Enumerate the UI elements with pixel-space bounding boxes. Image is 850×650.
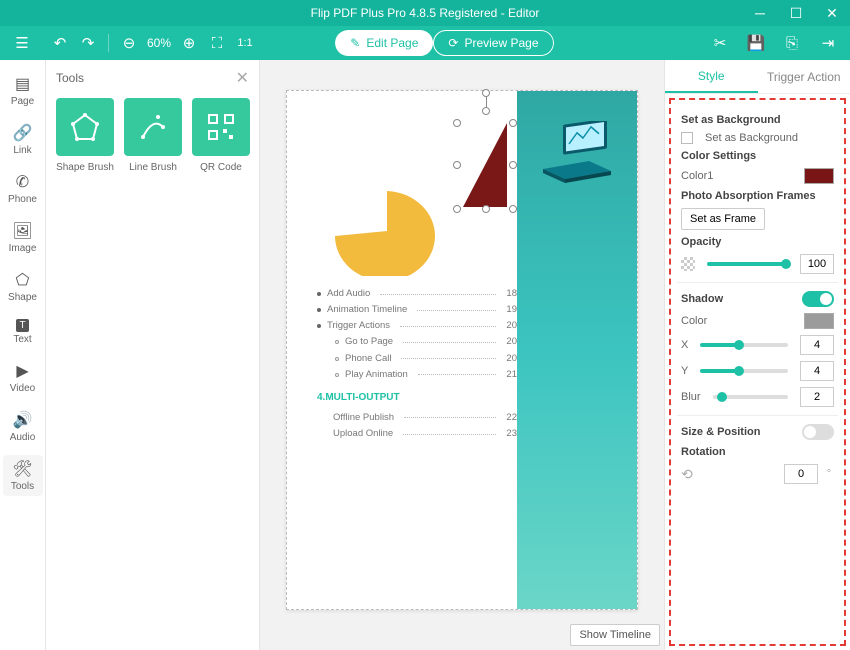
nav-image[interactable]: 🖼Image: [3, 217, 43, 258]
set-background-checkbox[interactable]: [681, 132, 693, 144]
section-absorption: Photo Absorption Frames: [681, 190, 834, 202]
rotation-icon: ⟲: [681, 466, 693, 483]
nav-text[interactable]: TText: [3, 315, 43, 349]
save-icon[interactable]: 💾: [742, 29, 770, 57]
page-icon: ▤: [15, 74, 30, 94]
edit-page-label: Edit Page: [366, 36, 418, 50]
nav-video[interactable]: ▶Video: [3, 357, 43, 398]
save-exit-icon[interactable]: ⎘: [778, 29, 806, 57]
rotation-input[interactable]: [784, 464, 818, 484]
page-canvas[interactable]: Add Audio18Animation Timeline19Trigger A…: [286, 90, 638, 610]
table-of-contents: Add Audio18Animation Timeline19Trigger A…: [317, 286, 517, 442]
title-bar: Flip PDF Plus Pro 4.8.5 Registered - Edi…: [0, 0, 850, 26]
preview-page-label: Preview Page: [464, 36, 538, 50]
shape-icon: ⬠: [16, 270, 30, 290]
tools-panel: Tools ✕ Shape Brush Line Brush QR Code: [46, 60, 260, 650]
actual-size-icon[interactable]: 1:1: [231, 29, 259, 57]
section-color-settings: Color Settings: [681, 150, 834, 162]
tools-panel-title: Tools: [56, 71, 84, 85]
shadow-x-input[interactable]: [800, 335, 834, 355]
preview-page-button[interactable]: ⟳ Preview Page: [433, 30, 553, 56]
section-set-background: Set as Background: [681, 114, 834, 126]
properties-panel: Style Trigger Action Set as Background S…: [664, 60, 850, 650]
show-timeline-button[interactable]: Show Timeline: [570, 624, 660, 646]
nav-tools[interactable]: 🛠Tools: [3, 455, 43, 496]
left-nav: ▤Page 🔗Link ✆Phone 🖼Image ⬠Shape TText ▶…: [0, 60, 46, 650]
shadow-blur-slider[interactable]: [713, 395, 788, 399]
shadow-x-label: X: [681, 339, 688, 351]
menu-icon[interactable]: ☰: [8, 29, 36, 57]
color1-swatch[interactable]: [804, 168, 834, 184]
zoom-level: 60%: [147, 36, 171, 50]
close-panel-icon[interactable]: ✕: [236, 68, 249, 88]
nav-page[interactable]: ▤Page: [3, 70, 43, 111]
opacity-checker-icon: [681, 257, 695, 271]
mode-switch: ✎ Edit Page ⟳ Preview Page: [335, 30, 553, 56]
preview-icon: ⟳: [448, 36, 458, 50]
shadow-y-input[interactable]: [800, 361, 834, 381]
size-position-toggle[interactable]: [802, 424, 834, 440]
shadow-y-slider[interactable]: [700, 369, 788, 373]
nav-shape[interactable]: ⬠Shape: [3, 266, 43, 307]
section-size-position: Size & Position: [681, 426, 760, 438]
window-title: Flip PDF Plus Pro 4.8.5 Registered - Edi…: [311, 6, 540, 20]
phone-icon: ✆: [16, 172, 29, 192]
tab-style[interactable]: Style: [665, 60, 758, 93]
nav-phone[interactable]: ✆Phone: [3, 168, 43, 209]
tool-qr-code[interactable]: QR Code: [192, 98, 250, 173]
video-icon: ▶: [16, 361, 28, 381]
opacity-input[interactable]: [800, 254, 834, 274]
shadow-color-swatch[interactable]: [804, 313, 834, 329]
canvas-area[interactable]: Add Audio18Animation Timeline19Trigger A…: [260, 60, 664, 650]
audio-icon: 🔊: [13, 410, 33, 430]
nav-link[interactable]: 🔗Link: [3, 119, 43, 160]
edit-page-button[interactable]: ✎ Edit Page: [335, 30, 433, 56]
text-icon: T: [16, 319, 28, 332]
pie-shape[interactable]: [327, 181, 437, 276]
shadow-toggle[interactable]: [802, 291, 834, 307]
laptop-illustration: [533, 121, 623, 191]
rotation-unit: °: [824, 468, 834, 480]
link-icon: 🔗: [13, 123, 33, 143]
undo-icon[interactable]: ↶: [46, 29, 74, 57]
section-rotation: Rotation: [681, 446, 834, 458]
tool-shape-brush[interactable]: Shape Brush: [56, 98, 114, 173]
exit-icon[interactable]: ⇥: [814, 29, 842, 57]
section-opacity: Opacity: [681, 236, 834, 248]
redo-icon[interactable]: ↷: [74, 29, 102, 57]
qr-icon: [207, 113, 235, 141]
color1-label: Color1: [681, 170, 713, 182]
nav-audio[interactable]: 🔊Audio: [3, 406, 43, 447]
shadow-y-label: Y: [681, 365, 688, 377]
close-button[interactable]: ✕: [814, 0, 850, 26]
main-toolbar: ☰ ↶ ↷ ⊖ 60% ⊕ ⛶ 1:1 ✎ Edit Page ⟳ Previe…: [0, 26, 850, 60]
shadow-color-label: Color: [681, 315, 707, 327]
tab-trigger-action[interactable]: Trigger Action: [758, 60, 850, 93]
fit-screen-icon[interactable]: ⛶: [203, 29, 231, 57]
set-as-frame-button[interactable]: Set as Frame: [681, 208, 765, 230]
zoom-out-icon[interactable]: ⊖: [115, 29, 143, 57]
shadow-blur-label: Blur: [681, 391, 701, 403]
image-icon: 🖼: [12, 221, 32, 241]
crop-icon[interactable]: ✂: [706, 29, 734, 57]
curve-icon: [138, 112, 168, 142]
zoom-in-icon[interactable]: ⊕: [175, 29, 203, 57]
set-background-label: Set as Background: [705, 132, 798, 144]
minimize-button[interactable]: ─: [742, 0, 778, 26]
pentagon-icon: [70, 112, 100, 142]
maximize-button[interactable]: ☐: [778, 0, 814, 26]
section-shadow: Shadow: [681, 293, 723, 305]
tools-icon: 🛠: [12, 459, 32, 479]
opacity-slider[interactable]: [707, 262, 788, 266]
selected-triangle-shape[interactable]: [455, 111, 517, 211]
edit-icon: ✎: [350, 36, 360, 50]
shadow-blur-input[interactable]: [800, 387, 834, 407]
shadow-x-slider[interactable]: [700, 343, 788, 347]
tool-line-brush[interactable]: Line Brush: [124, 98, 182, 173]
